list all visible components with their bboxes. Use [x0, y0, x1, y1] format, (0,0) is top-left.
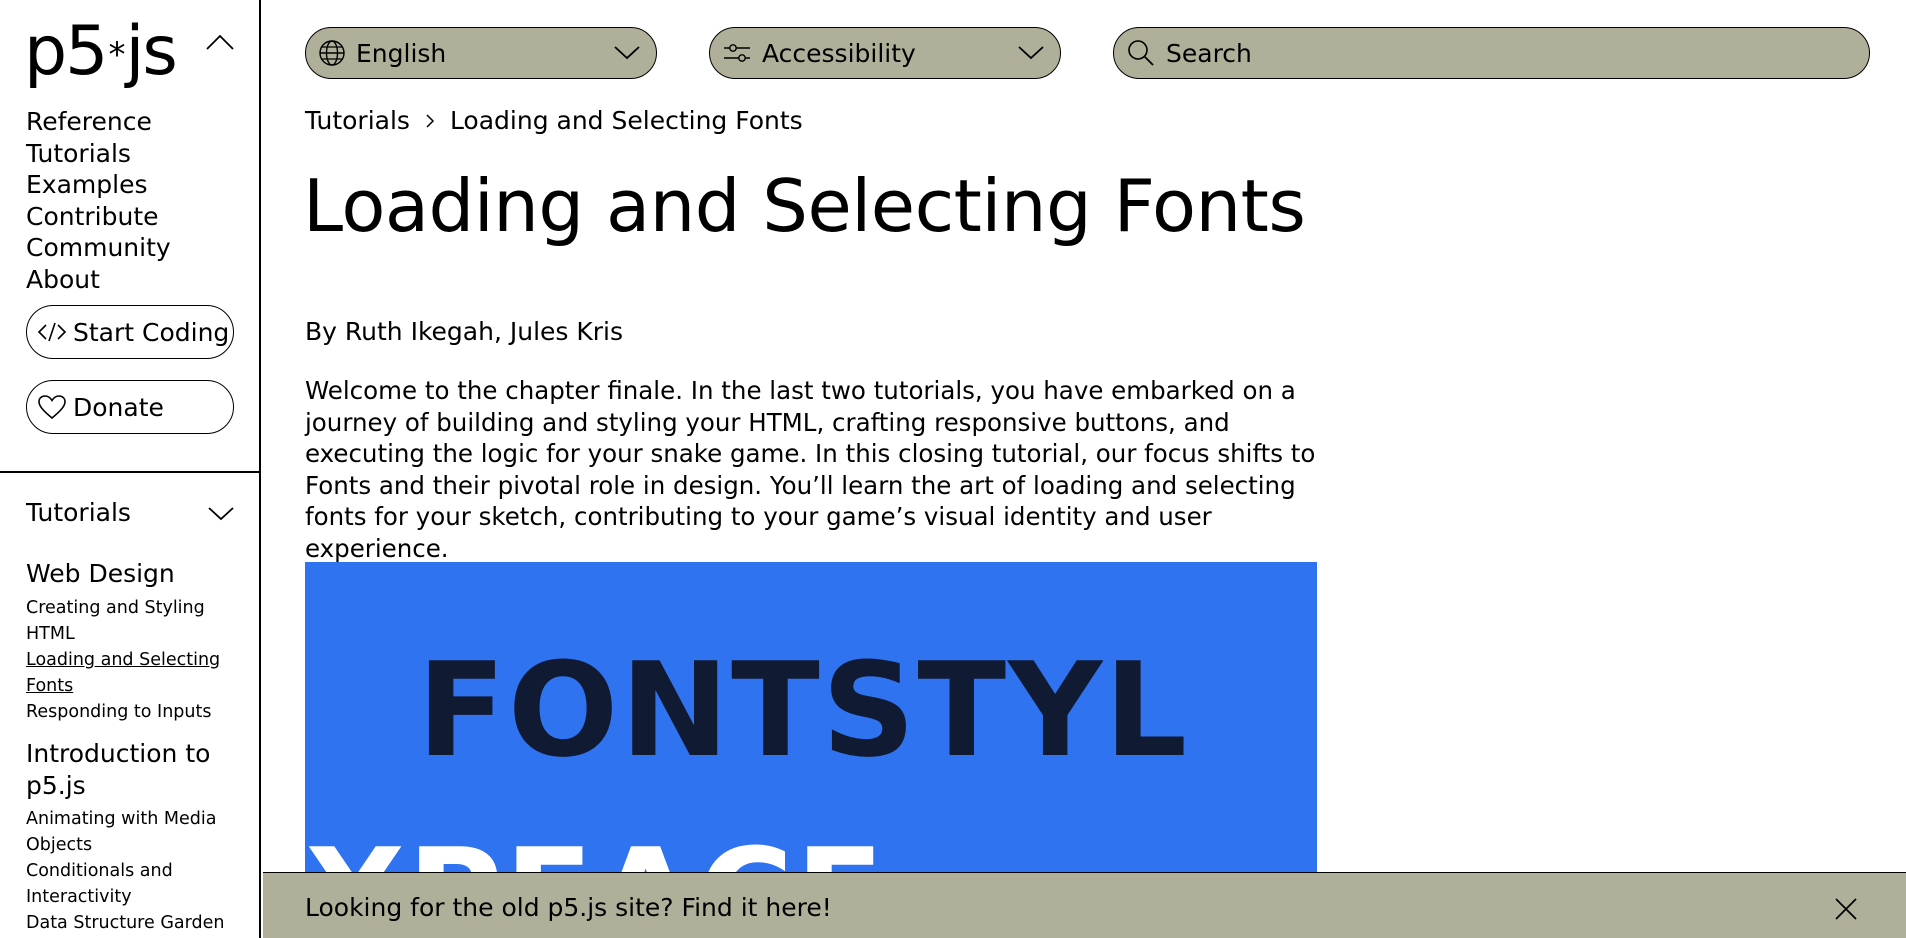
search-icon	[1128, 40, 1154, 66]
nav-examples[interactable]: Examples	[26, 169, 171, 201]
breadcrumb-current: Loading and Selecting Fonts	[449, 106, 803, 135]
page-title: Loading and Selecting Fonts	[303, 164, 1306, 248]
p5js-logo[interactable]: p5*js	[24, 16, 178, 91]
language-select[interactable]: English	[305, 27, 657, 79]
sidebar: p5*js Reference Tutorials Examples Contr…	[0, 0, 261, 938]
language-label: English	[356, 38, 447, 68]
sidebar-item-conditionals-and-interactivity[interactable]: Conditionals and Interactivity	[26, 858, 226, 910]
sidebar-item-animating-with-media-objects[interactable]: Animating with Media Objects	[26, 806, 226, 858]
authors-byline: By Ruth Ikegah, Jules Kris	[305, 317, 624, 346]
breadcrumb-tutorials-link[interactable]: Tutorials	[305, 106, 410, 135]
accessibility-label: Accessibility	[762, 38, 916, 68]
start-coding-label: Start Coding	[73, 317, 230, 347]
heart-icon	[38, 395, 66, 420]
old-site-banner: Looking for the old p5.js site? Find it …	[263, 872, 1906, 938]
hero-image-text-line1: FONTSTYL	[417, 634, 1190, 786]
sidebar-item-creating-and-styling-html[interactable]: Creating and Styling HTML	[26, 595, 226, 647]
close-icon[interactable]	[1834, 897, 1858, 921]
sidebar-item-responding-to-inputs[interactable]: Responding to Inputs	[26, 699, 226, 725]
old-site-link[interactable]: Looking for the old p5.js site? Find it …	[305, 893, 832, 922]
sidebar-divider	[0, 471, 259, 473]
nav-reference[interactable]: Reference	[26, 106, 171, 138]
search-box[interactable]	[1113, 27, 1870, 79]
section-title-introduction-to-p5js: Introduction to p5.js	[26, 739, 211, 800]
code-icon	[37, 322, 67, 342]
nav-tutorials[interactable]: Tutorials	[26, 138, 171, 170]
sidebar-item-loading-and-selecting-fonts[interactable]: Loading and Selecting Fonts	[26, 647, 226, 699]
nav-community[interactable]: Community	[26, 232, 171, 264]
sliders-icon	[724, 44, 750, 62]
section-title-web-design: Web Design	[26, 559, 175, 588]
chevron-down-icon	[614, 46, 640, 60]
donate-button[interactable]: Donate	[26, 380, 234, 434]
intro-paragraph: Welcome to the chapter finale. In the la…	[305, 376, 1316, 563]
start-coding-button[interactable]: Start Coding	[26, 305, 234, 359]
nav-about[interactable]: About	[26, 264, 171, 296]
tutorials-dropdown[interactable]: Tutorials	[26, 498, 236, 527]
globe-icon	[319, 40, 345, 66]
breadcrumb: Tutorials Loading and Selecting Fonts	[305, 106, 803, 135]
chevron-right-icon	[424, 112, 436, 130]
chevron-up-icon	[206, 34, 234, 50]
chevron-down-icon	[1018, 46, 1044, 60]
search-input[interactable]	[1164, 37, 1848, 69]
tutorials-dropdown-label: Tutorials	[26, 498, 131, 527]
chevron-down-icon	[208, 506, 234, 520]
nav-contribute[interactable]: Contribute	[26, 201, 171, 233]
collapse-menu-button[interactable]	[204, 32, 236, 56]
main-nav: Reference Tutorials Examples Contribute …	[26, 106, 171, 296]
donate-label: Donate	[73, 392, 164, 422]
accessibility-select[interactable]: Accessibility	[709, 27, 1061, 79]
sidebar-item-data-structure-garden[interactable]: Data Structure Garden	[26, 910, 226, 936]
